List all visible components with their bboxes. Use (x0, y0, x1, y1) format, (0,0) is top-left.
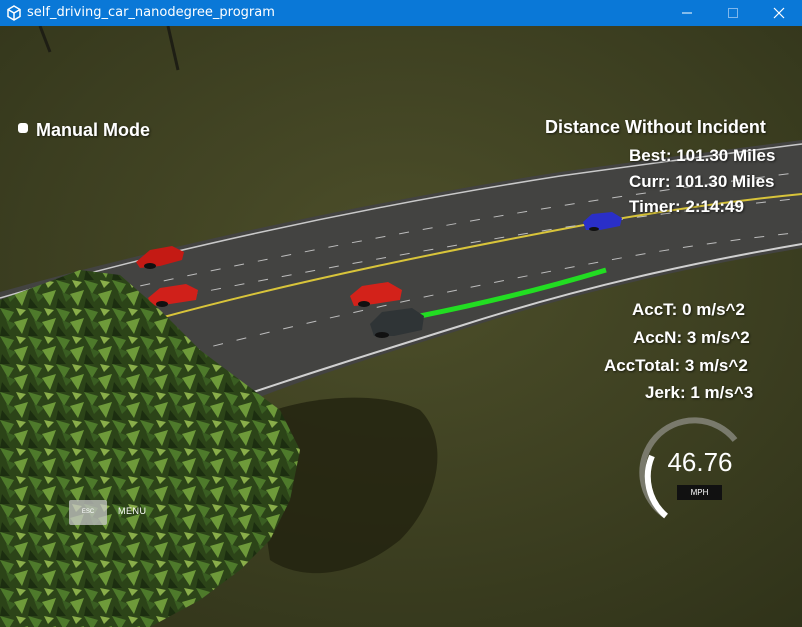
acc-total-readout: AccTotal: 3 m/s^2 (604, 356, 748, 375)
unity-app-icon (7, 5, 21, 21)
acc-t-readout: AccT: 0 m/s^2 (632, 300, 745, 319)
timer: Timer: 2:14:49 (629, 197, 744, 216)
maximize-icon (728, 8, 738, 18)
menu-label: MENU (118, 506, 147, 516)
manual-mode-label: Manual Mode (36, 120, 151, 140)
title-bar: self_driving_car_nanodegree_program (0, 0, 802, 26)
close-icon (773, 7, 785, 19)
speed-value: 46.76 (667, 447, 733, 477)
jerk-readout: Jerk: 1 m/s^3 (645, 383, 754, 402)
window-title: self_driving_car_nanodegree_program (27, 5, 275, 20)
acc-n-readout: AccN: 3 m/s^2 (633, 328, 750, 347)
close-button[interactable] (756, 0, 802, 26)
speed-unit: MPH (677, 485, 722, 500)
manual-mode-indicator[interactable] (18, 123, 28, 133)
distance-heading: Distance Without Incident (545, 117, 766, 137)
best-distance: Best: 101.30 Miles (629, 146, 776, 165)
minimize-icon (682, 12, 692, 14)
minimize-button[interactable] (664, 0, 710, 26)
esc-menu-button[interactable]: ESC (69, 500, 107, 525)
current-distance: Curr: 101.30 Miles (629, 172, 775, 191)
maximize-button[interactable] (710, 0, 756, 26)
esc-label: ESC (81, 509, 95, 515)
